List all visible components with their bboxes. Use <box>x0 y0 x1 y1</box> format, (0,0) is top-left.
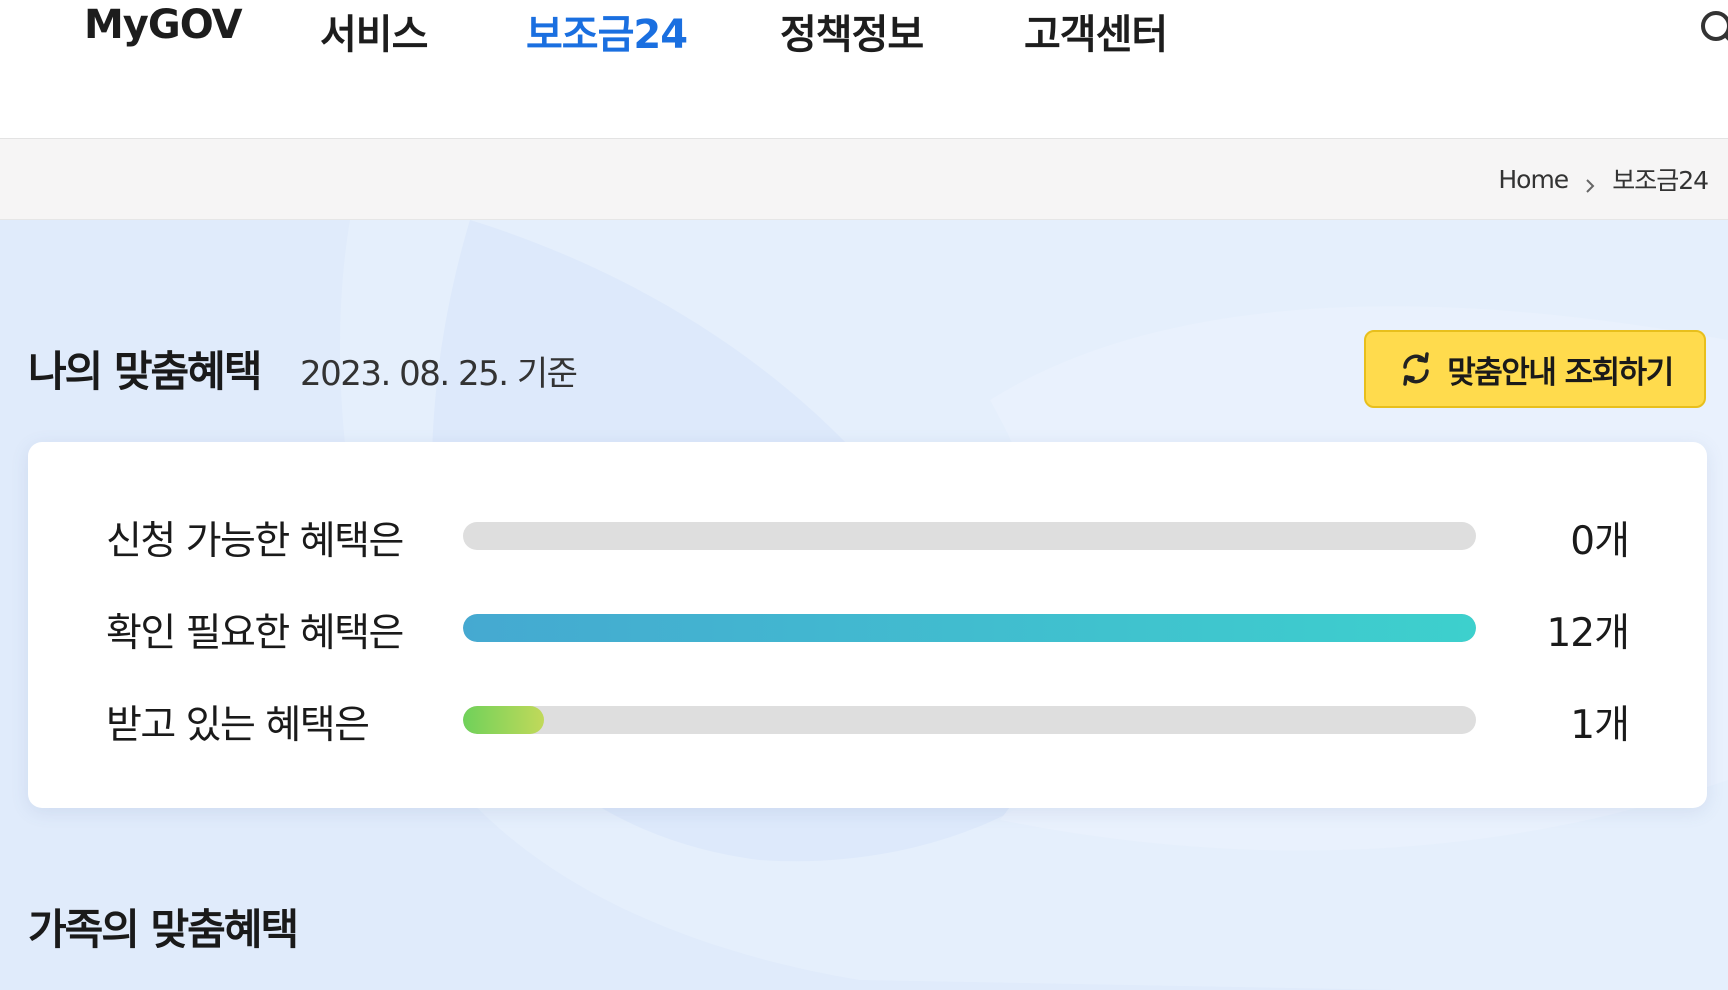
refresh-benefits-button[interactable]: 맞춤안내 조회하기 <box>1364 330 1706 408</box>
benefit-progress-track <box>463 706 1476 734</box>
benefit-progress-fill <box>463 614 1476 642</box>
benefit-progress-track <box>463 614 1476 642</box>
family-benefits-title: 가족의 맞춤혜택 <box>28 905 299 954</box>
my-benefits-title: 나의 맞춤혜택 <box>28 347 262 396</box>
benefit-count[interactable]: 12개 <box>1546 602 1630 658</box>
breadcrumb: Home 보조금24 <box>1498 161 1709 197</box>
breadcrumb-home[interactable]: Home <box>1498 165 1569 194</box>
nav-item-policy-info[interactable]: 정책정보 <box>780 2 924 60</box>
benefit-row-needs-check[interactable]: 확인 필요한 혜택은 12개 <box>28 598 1707 658</box>
search-button[interactable] <box>1698 8 1728 52</box>
nav-item-mygov[interactable]: MyGOV <box>84 2 243 48</box>
benefit-count[interactable]: 0개 <box>1570 510 1630 566</box>
benefit-row-receiving[interactable]: 받고 있는 혜택은 1개 <box>28 690 1707 750</box>
benefits-summary-card: 신청 가능한 혜택은 0개 확인 필요한 혜택은 12개 받고 있는 혜택은 1… <box>28 442 1707 808</box>
benefit-row-label: 확인 필요한 혜택은 <box>106 611 404 656</box>
breadcrumb-bar: Home 보조금24 <box>0 139 1728 220</box>
main-content: 나의 맞춤혜택 2023. 08. 25. 기준 맞춤안내 조회하기 신청 가능… <box>0 220 1728 990</box>
benefit-count[interactable]: 1개 <box>1570 694 1630 750</box>
breadcrumb-current[interactable]: 보조금24 <box>1612 161 1709 197</box>
search-icon <box>1701 11 1728 41</box>
refresh-button-label: 맞춤안내 조회하기 <box>1447 354 1674 391</box>
benefit-progress-track <box>463 522 1476 550</box>
nav-item-customer-center[interactable]: 고객센터 <box>1024 2 1168 60</box>
top-navigation: MyGOV 서비스 보조금24 정책정보 고객센터 <box>0 0 1728 139</box>
benefit-row-applicable[interactable]: 신청 가능한 혜택은 0개 <box>28 506 1707 566</box>
chevron-right-icon <box>1582 171 1598 193</box>
nav-item-services[interactable]: 서비스 <box>320 2 428 60</box>
benefit-row-label: 신청 가능한 혜택은 <box>106 519 404 564</box>
benefit-row-label: 받고 있는 혜택은 <box>106 703 370 748</box>
refresh-icon <box>1403 352 1430 386</box>
nav-item-subsidy24[interactable]: 보조금24 <box>526 2 688 60</box>
benefits-date: 2023. 08. 25. 기준 <box>300 354 578 394</box>
benefit-progress-fill <box>463 706 545 734</box>
